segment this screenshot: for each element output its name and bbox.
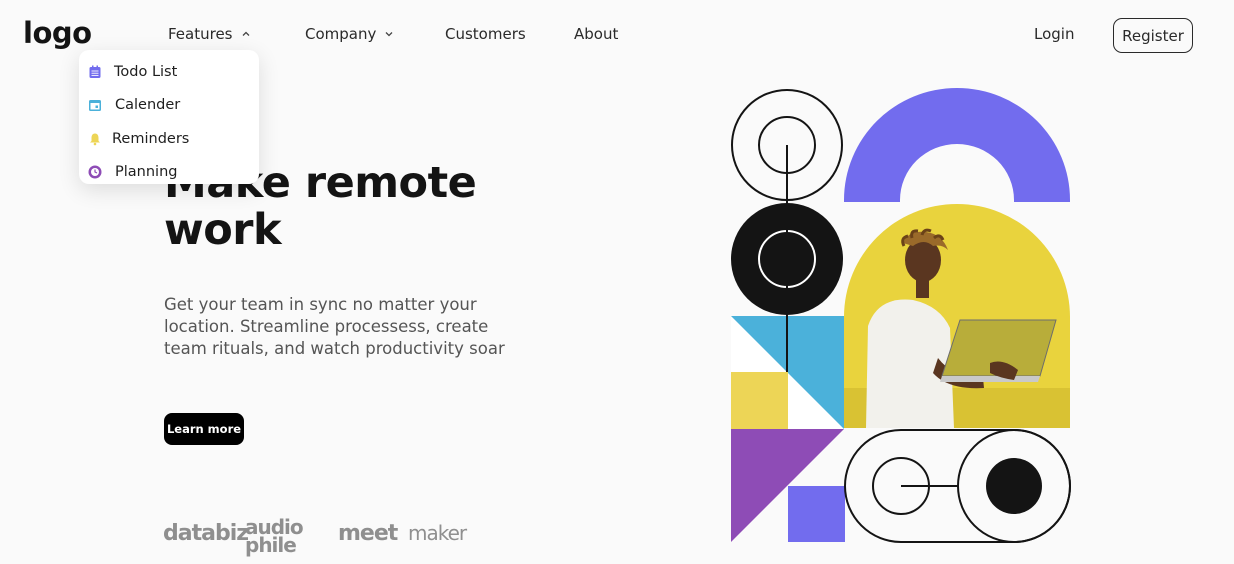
calendar-icon [88,98,102,112]
purple-square-shape [788,486,845,542]
hero-illustration [731,88,1071,543]
dropdown-item-label: Todo List [114,63,178,80]
person-photo [844,204,1070,428]
nav-company[interactable]: Company [305,25,394,43]
pill-toggle-shape [844,429,1071,543]
nav-company-label: Company [305,25,377,43]
nav-features-label: Features [168,25,233,43]
dropdown-item-planning[interactable]: Planning [79,156,259,190]
dropdown-item-reminders[interactable]: Reminders [79,122,259,156]
purple-arch-shape [844,88,1070,202]
dropdown-item-label: Reminders [112,130,190,147]
yellow-square-shape [731,372,788,429]
chevron-up-icon [242,31,249,36]
chevron-down-icon [385,32,393,37]
planning-icon [88,165,102,179]
todo-icon [88,65,102,79]
dropdown-item-todo-list[interactable]: Todo List [79,55,259,89]
hero-subtitle: Get your team in sync no matter your loc… [164,295,505,358]
client-logo-meet: meet [338,521,398,546]
features-dropdown: Todo List Calender Reminders Planning [79,50,259,184]
nav-customers[interactable]: Customers [445,25,526,43]
dropdown-item-label: Planning [115,164,178,181]
hero-title-line-2: work [164,205,282,255]
client-logo-audiophile: audiophile [245,515,304,557]
client-logo-maker: maker [408,521,467,545]
nav-features[interactable]: Features [168,25,251,43]
bell-icon [88,132,102,146]
learn-more-button[interactable]: Learn more [164,413,244,445]
login-link[interactable]: Login [1034,25,1074,43]
logo[interactable]: logo [23,16,92,50]
client-logo-databiz: databiz [163,521,249,546]
dropdown-item-calender[interactable]: Calender [79,89,259,123]
nav-about[interactable]: About [574,25,618,43]
dropdown-item-label: Calender [115,97,181,114]
register-button[interactable]: Register [1113,18,1193,53]
